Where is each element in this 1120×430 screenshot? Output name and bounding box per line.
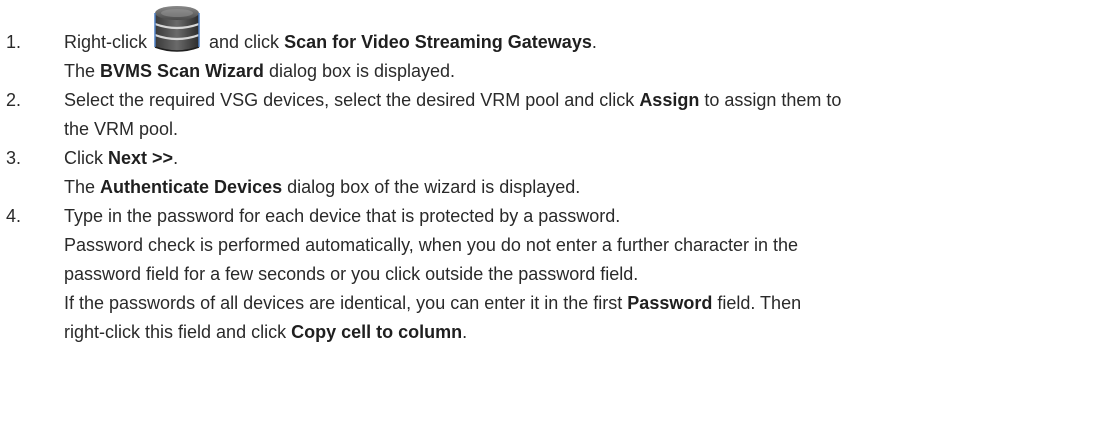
step-number: 1.: [6, 32, 22, 52]
step-text: dialog box of the wizard is displayed.: [287, 177, 581, 197]
step-line: Select the required VSG devices, select …: [64, 86, 1114, 115]
step-text: Password check is performed automaticall…: [64, 235, 799, 255]
step-body: Right-click and click Scan for Video Str…: [64, 6, 1114, 86]
step-text: right-click this field and click: [64, 322, 287, 342]
step-text: .: [591, 32, 597, 52]
step-line: the VRM pool.: [64, 115, 1114, 144]
step-number: 2.: [6, 90, 22, 110]
step-text: If the passwords of all devices are iden…: [64, 293, 623, 313]
server-storage-icon-graphic: [154, 6, 200, 52]
step-text: The: [64, 177, 96, 197]
step-line: The BVMS Scan Wizard dialog box is displ…: [64, 57, 1114, 86]
step-text: field. Then: [717, 293, 802, 313]
step-text: to assign them to: [704, 90, 842, 110]
ui-label: Copy cell to column: [291, 322, 463, 342]
step-line: right-click this field and click Copy ce…: [64, 318, 1114, 347]
ui-label: Authenticate Devices: [100, 177, 283, 197]
step-line: password field for a few seconds or you …: [64, 260, 1114, 289]
step-text: .: [173, 148, 179, 168]
step-body: Type in the password for each device tha…: [64, 202, 1114, 347]
ui-label: Next >>: [108, 148, 174, 168]
step-text: dialog box is displayed.: [268, 61, 456, 81]
instruction-document: 1. Right-click and click Scan for Video …: [0, 0, 1120, 430]
step-line: Click Next >>.: [64, 144, 1114, 173]
step-text: .: [462, 322, 468, 342]
step-body: Select the required VSG devices, select …: [64, 86, 1114, 144]
ui-label: BVMS Scan Wizard: [100, 61, 264, 81]
ui-label: Scan for Video Streaming Gateways: [284, 32, 592, 52]
step-body: Click Next >>. The Authenticate Devices …: [64, 144, 1114, 202]
ui-label: Assign: [639, 90, 700, 110]
step-number: 3.: [6, 148, 22, 168]
step-text: The: [64, 61, 96, 81]
step-text: Select the required VSG devices, select …: [64, 90, 635, 110]
step-text: the VRM pool.: [64, 119, 179, 139]
step-line: Password check is performed automaticall…: [64, 231, 1114, 260]
server-storage-icon: [151, 6, 203, 57]
step-number: 4.: [6, 206, 22, 226]
step-text: and click: [209, 32, 280, 52]
step-line: If the passwords of all devices are iden…: [64, 289, 1114, 318]
step-line: The Authenticate Devices dialog box of t…: [64, 173, 1114, 202]
step-text: Type in the password for each device tha…: [64, 206, 621, 226]
step-text: Click: [64, 148, 103, 168]
step-line: Right-click and click Scan for Video Str…: [64, 6, 1114, 57]
step-line: Type in the password for each device tha…: [64, 202, 1114, 231]
step-text: password field for a few seconds or you …: [64, 264, 639, 284]
ui-label: Password: [627, 293, 713, 313]
step-text: Right-click: [64, 32, 148, 52]
